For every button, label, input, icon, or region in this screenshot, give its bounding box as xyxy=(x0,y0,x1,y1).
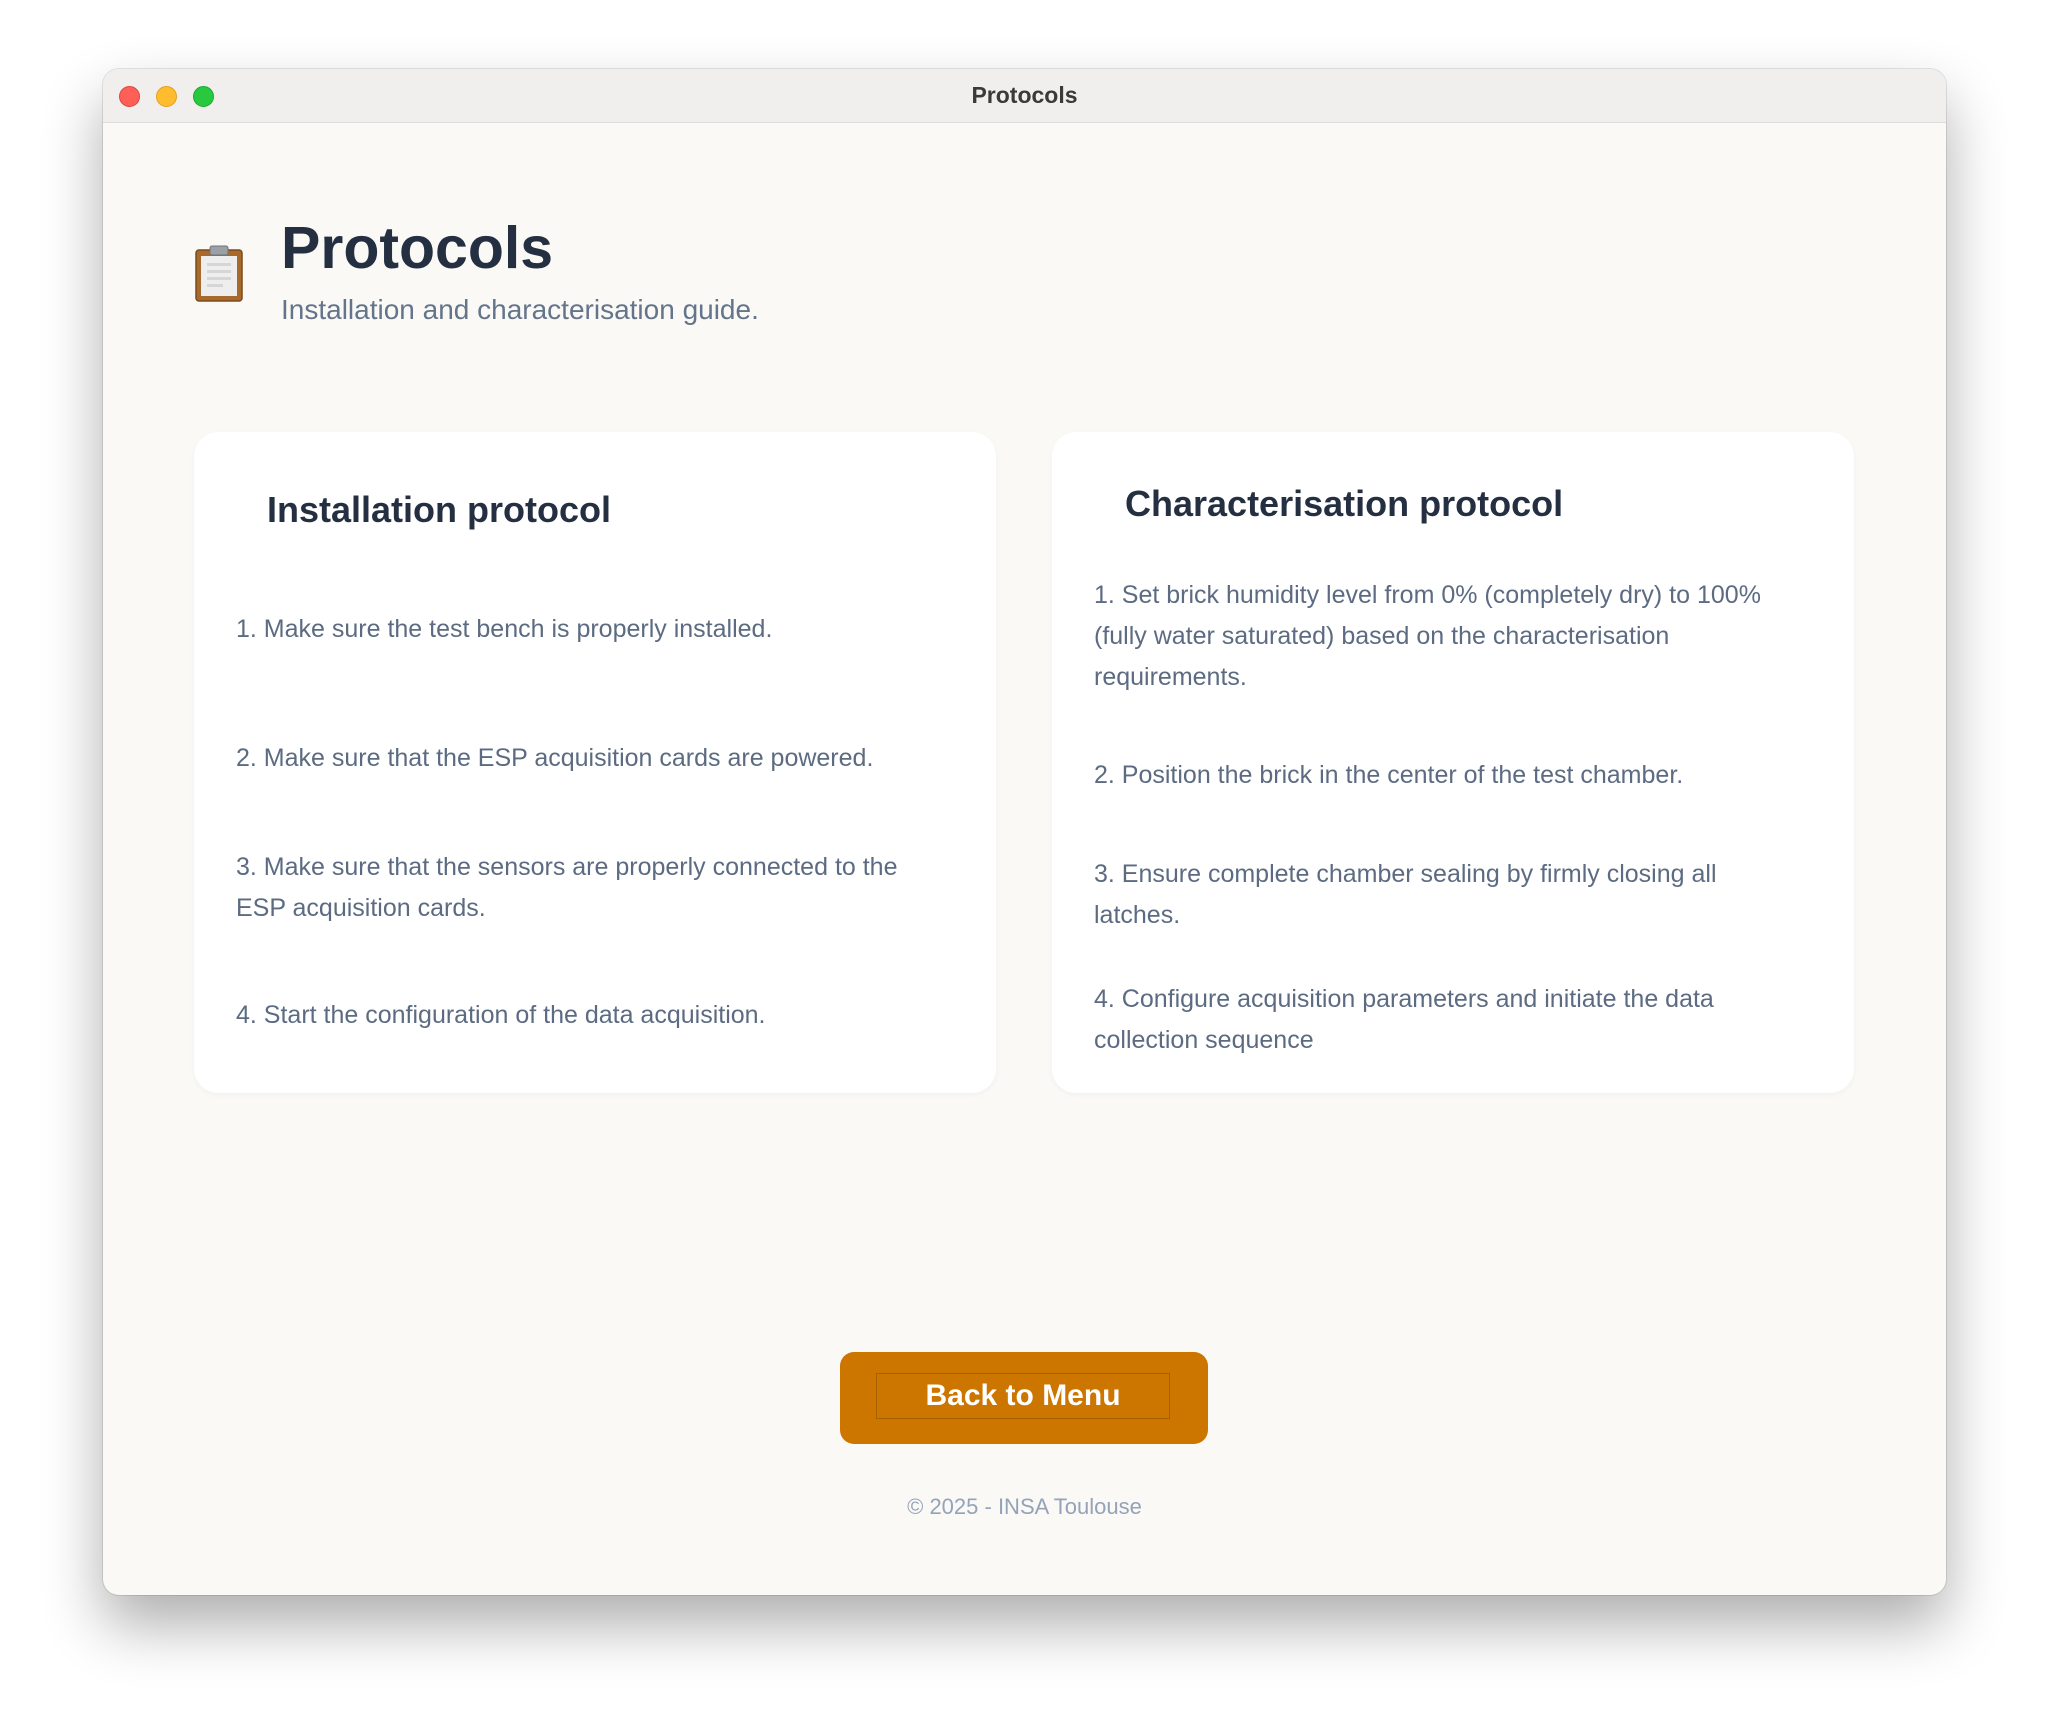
window-title: Protocols xyxy=(971,82,1078,108)
list-item: 1. Make sure the test bench is properly … xyxy=(236,615,773,643)
app-window: Protocols Protocols Installation and cha… xyxy=(103,69,1946,1595)
page-title: Protocols xyxy=(281,215,554,281)
clipboard-icon xyxy=(194,245,244,303)
card-title: Installation protocol xyxy=(267,489,612,530)
list-item: 2. Position the brick in the center of t… xyxy=(1094,761,1684,789)
title-bar: Protocols xyxy=(103,69,1946,123)
back-to-menu-button[interactable]: Back to Menu xyxy=(840,1352,1208,1444)
list-item: 3. Ensure complete chamber sealing by fi… xyxy=(1094,860,1717,929)
back-to-menu-label: Back to Menu xyxy=(876,1373,1170,1419)
list-item: 4. Start the configuration of the data a… xyxy=(236,1001,766,1029)
page-subtitle: Installation and characterisation guide. xyxy=(281,294,759,325)
card-title: Characterisation protocol xyxy=(1125,483,1564,524)
list-item: 3. Make sure that the sensors are proper… xyxy=(236,853,898,922)
characterisation-protocol-card: Characterisation protocol 1. Set brick h… xyxy=(1052,432,1854,1093)
list-item: 1. Set brick humidity level from 0% (com… xyxy=(1094,581,1761,691)
installation-protocol-card: Installation protocol 1. Make sure the t… xyxy=(194,432,996,1093)
list-item: 4. Configure acquisition parameters and … xyxy=(1094,985,1714,1054)
copyright-text: © 2025 - INSA Toulouse xyxy=(907,1494,1142,1519)
list-item: 2. Make sure that the ESP acquisition ca… xyxy=(236,744,874,772)
